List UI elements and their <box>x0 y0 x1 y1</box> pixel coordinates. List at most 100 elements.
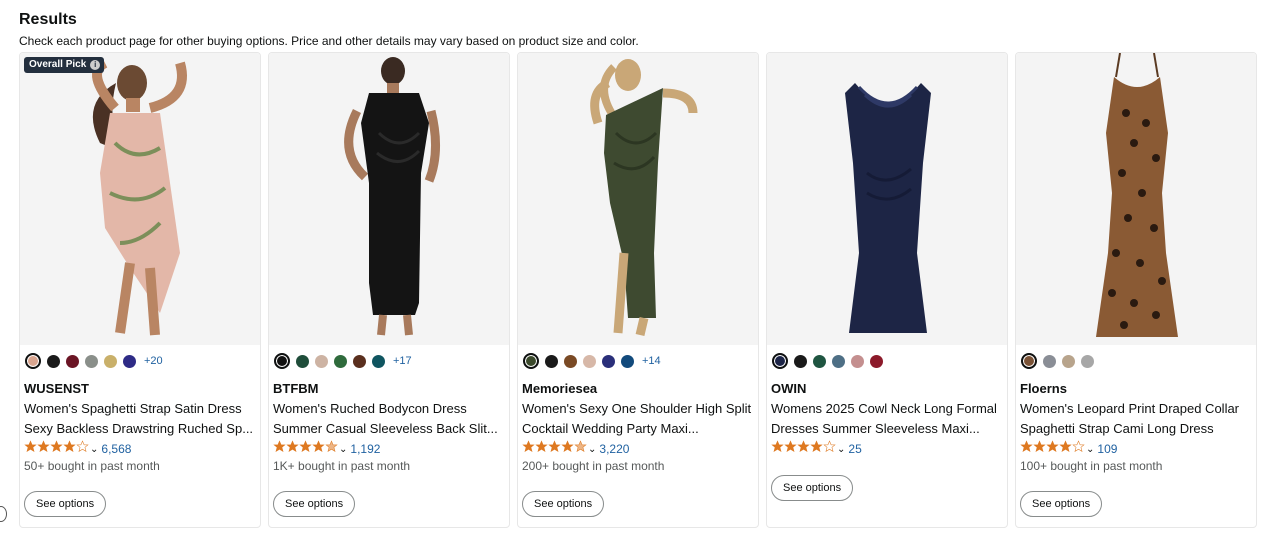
star-icon <box>286 440 299 458</box>
product-brand: OWIN <box>771 381 807 396</box>
chevron-down-icon[interactable]: ⌄ <box>1086 444 1094 455</box>
star-icon <box>574 440 587 458</box>
review-count[interactable]: 25 <box>848 442 861 456</box>
product-image[interactable] <box>269 53 509 345</box>
color-swatch[interactable] <box>523 353 539 369</box>
product-title[interactable]: Women's Spaghetti Strap Satin Dress Sexy… <box>24 399 254 439</box>
star-icon <box>1033 440 1046 458</box>
results-title: Results <box>19 11 77 28</box>
product-card[interactable]: +14 Memoriesea Women's Sexy One Shoulder… <box>517 52 759 528</box>
product-title[interactable]: Womens 2025 Cowl Neck Long Formal Dresse… <box>771 399 1001 439</box>
see-options-button[interactable]: See options <box>273 491 356 517</box>
product-image[interactable] <box>767 53 1007 345</box>
star-icon <box>299 440 312 458</box>
product-rating[interactable]: ⌄ 1,192 <box>273 440 509 458</box>
more-colors-link[interactable]: +20 <box>144 355 163 367</box>
product-title[interactable]: Women's Sexy One Shoulder High Split Coc… <box>522 399 752 439</box>
info-icon[interactable]: i <box>90 60 101 70</box>
see-options-button[interactable]: See options <box>771 475 854 501</box>
star-icon <box>823 440 836 458</box>
star-icon <box>325 440 338 458</box>
product-card[interactable]: +17 BTFBM Women's Ruched Bodycon Dress S… <box>268 52 510 528</box>
color-swatch[interactable] <box>870 354 883 368</box>
see-options-button[interactable]: See options <box>24 491 107 517</box>
see-options-button[interactable]: See options <box>1020 491 1103 517</box>
product-rating[interactable]: ⌄ 25 <box>771 440 1007 458</box>
chevron-down-icon[interactable]: ⌄ <box>339 444 347 455</box>
review-count[interactable]: 6,568 <box>101 442 131 456</box>
star-icon <box>522 440 535 458</box>
color-swatch[interactable] <box>123 354 136 368</box>
color-swatch[interactable] <box>334 354 347 368</box>
color-swatch[interactable] <box>794 354 807 368</box>
product-card[interactable]: Overall Pick i +20 WUSENST Women's Spagh… <box>19 52 261 528</box>
color-swatch[interactable] <box>85 354 98 368</box>
color-swatch[interactable] <box>583 354 596 368</box>
star-icon <box>1072 440 1085 458</box>
product-image[interactable] <box>518 53 758 345</box>
product-rating[interactable]: ⌄ 6,568 <box>24 440 260 458</box>
color-swatch[interactable] <box>1062 354 1075 368</box>
color-swatch[interactable] <box>545 354 558 368</box>
product-rating[interactable]: ⌄ 109 <box>1020 440 1256 458</box>
product-card[interactable]: Floerns Women's Leopard Print Draped Col… <box>1015 52 1257 528</box>
color-swatch[interactable] <box>832 354 845 368</box>
star-rating[interactable] <box>273 440 338 458</box>
color-swatch[interactable] <box>315 354 328 368</box>
color-swatch[interactable] <box>602 354 615 368</box>
star-rating[interactable] <box>1020 440 1085 458</box>
color-swatch[interactable] <box>1081 354 1094 368</box>
color-swatch[interactable] <box>274 353 290 369</box>
review-count[interactable]: 109 <box>1097 442 1117 456</box>
product-title[interactable]: Women's Leopard Print Draped Collar Spag… <box>1020 399 1250 439</box>
color-swatch[interactable] <box>1043 354 1056 368</box>
bought-text: 1K+ bought in past month <box>273 459 411 473</box>
star-icon <box>797 440 810 458</box>
chevron-down-icon[interactable]: ⌄ <box>90 444 98 455</box>
star-icon <box>273 440 286 458</box>
product-card[interactable]: OWIN Womens 2025 Cowl Neck Long Formal D… <box>766 52 1008 528</box>
product-title[interactable]: Women's Ruched Bodycon Dress Summer Casu… <box>273 399 503 439</box>
color-swatch[interactable] <box>353 354 366 368</box>
bought-text: 200+ bought in past month <box>522 459 665 473</box>
color-swatch[interactable] <box>813 354 826 368</box>
color-swatch[interactable] <box>296 354 309 368</box>
color-swatch[interactable] <box>104 354 117 368</box>
star-icon <box>76 440 89 458</box>
star-icon <box>535 440 548 458</box>
see-options-button[interactable]: See options <box>522 491 605 517</box>
bought-text: 100+ bought in past month <box>1020 459 1163 473</box>
more-colors-link[interactable]: +17 <box>393 355 412 367</box>
color-swatch[interactable] <box>25 353 41 369</box>
color-swatch[interactable] <box>1021 353 1037 369</box>
chevron-down-icon[interactable]: ⌄ <box>588 444 596 455</box>
product-brand: Floerns <box>1020 381 1067 396</box>
more-colors-link[interactable]: +14 <box>642 355 661 367</box>
star-rating[interactable] <box>771 440 836 458</box>
scroll-edge-control[interactable] <box>0 506 7 522</box>
color-swatch[interactable] <box>564 354 577 368</box>
star-icon <box>1020 440 1033 458</box>
chevron-down-icon[interactable]: ⌄ <box>837 444 845 455</box>
badge-label: Overall Pick <box>29 59 87 70</box>
color-swatch[interactable] <box>66 354 79 368</box>
color-swatch[interactable] <box>851 354 864 368</box>
product-brand: BTFBM <box>273 381 319 396</box>
bought-text: 50+ bought in past month <box>24 459 160 473</box>
color-swatch[interactable] <box>621 354 634 368</box>
product-grid: Overall Pick i +20 WUSENST Women's Spagh… <box>19 52 1257 528</box>
star-rating[interactable] <box>522 440 587 458</box>
results-header: Results Check each product page for othe… <box>19 10 639 49</box>
product-brand: WUSENST <box>24 381 89 396</box>
star-icon <box>63 440 76 458</box>
review-count[interactable]: 1,192 <box>350 442 380 456</box>
product-image[interactable] <box>1016 53 1256 345</box>
color-swatches <box>772 353 1007 369</box>
color-swatch[interactable] <box>47 354 60 368</box>
star-rating[interactable] <box>24 440 89 458</box>
color-swatch[interactable] <box>772 353 788 369</box>
color-swatch[interactable] <box>372 354 385 368</box>
product-image[interactable]: Overall Pick i <box>20 53 260 345</box>
review-count[interactable]: 3,220 <box>599 442 629 456</box>
product-rating[interactable]: ⌄ 3,220 <box>522 440 758 458</box>
